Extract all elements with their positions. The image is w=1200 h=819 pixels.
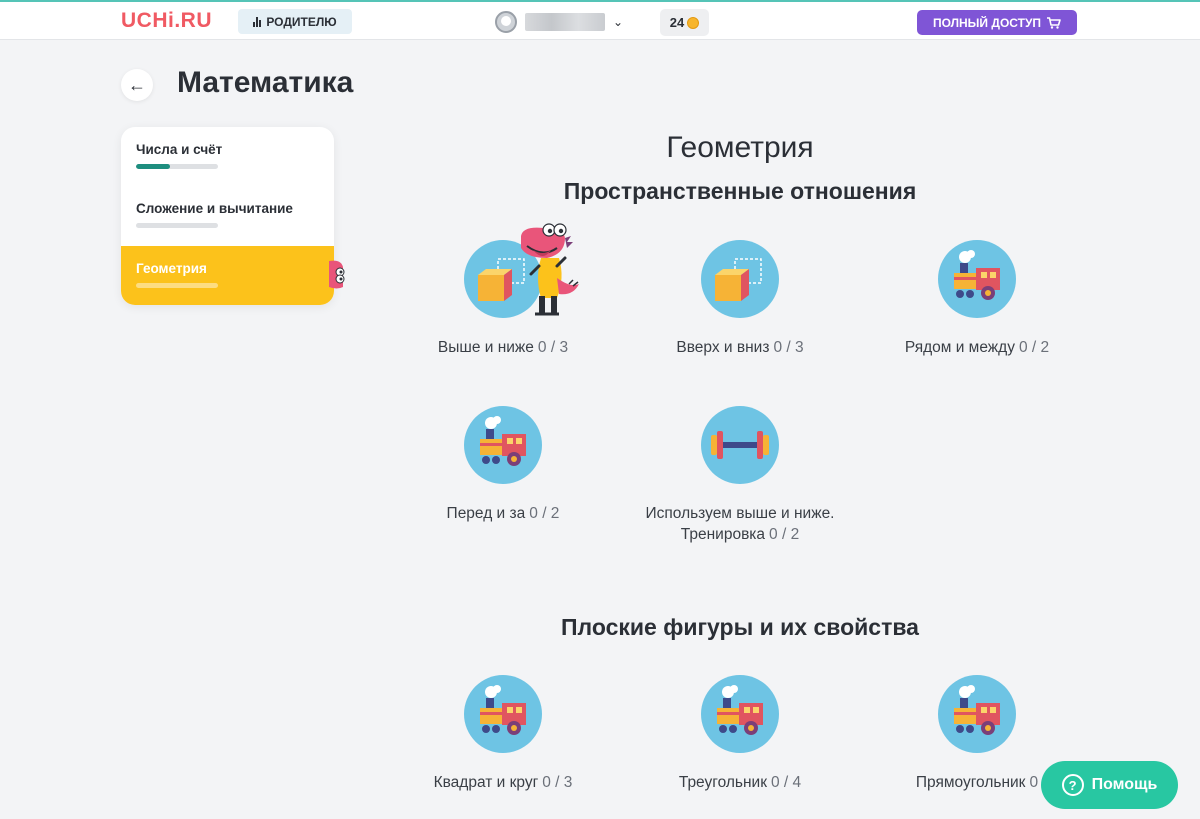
lesson-count: 0 / 3	[542, 774, 573, 791]
help-button[interactable]: ? Помощь	[1041, 761, 1178, 809]
lesson-card[interactable]: Используем выше и ниже. Тренировка 0 / 2	[630, 406, 850, 545]
arrow-left-icon: ←	[128, 74, 146, 95]
sidebar-item-geometry[interactable]: Геометрия	[121, 246, 334, 305]
lesson-count: 0 / 4	[770, 774, 802, 791]
topic-heading: Геометрия	[666, 131, 814, 164]
coins-badge[interactable]: 24	[660, 9, 709, 36]
question-icon: ?	[1061, 774, 1084, 796]
train-icon	[464, 675, 542, 753]
train-icon	[938, 240, 1016, 318]
train-icon	[938, 675, 1016, 753]
parent-button-label: РОДИТЕЛЮ	[266, 14, 337, 29]
sidebar-item-numbers[interactable]: Числа и счёт	[121, 127, 334, 186]
coin-icon	[687, 16, 700, 29]
lesson-card[interactable]: Треугольник 0 / 4	[630, 675, 850, 793]
parent-button[interactable]: РОДИТЕЛЮ	[238, 9, 352, 34]
progress-bar	[136, 223, 218, 228]
lesson-label: Перед и за	[446, 505, 526, 522]
cart-icon	[1047, 16, 1061, 29]
sidebar-item-label: Числа и счёт	[136, 142, 223, 157]
sidebar-item-label: Сложение и вычитание	[136, 201, 293, 216]
lesson-label: Квадрат и круг	[433, 774, 539, 791]
sidebar-item-addition[interactable]: Сложение и вычитание	[121, 186, 334, 245]
lesson-card[interactable]: Квадрат и круг 0 / 3	[393, 675, 613, 793]
back-button[interactable]: ←	[121, 69, 153, 101]
lesson-card[interactable]: Рядом и между 0 / 2	[867, 240, 1087, 358]
chevron-down-icon: ⌄	[613, 15, 624, 29]
section-title: Плоские фигуры и их свойства	[561, 614, 919, 640]
lesson-count: 0 / 2	[1018, 339, 1050, 356]
uchi-logo[interactable]: UCHi.RU	[121, 9, 212, 33]
coins-count: 24	[669, 15, 685, 30]
lesson-card[interactable]: Перед и за 0 / 2	[393, 406, 613, 524]
lesson-label: Рядом и между	[904, 339, 1015, 356]
sidebar-item-label: Геометрия	[136, 261, 207, 276]
lesson-count: 0 / 2	[529, 505, 560, 522]
train-icon	[701, 675, 779, 753]
lesson-count: 0 / 3	[537, 339, 569, 356]
lesson-label: Выше и ниже	[437, 339, 534, 356]
progress-bar	[136, 164, 218, 169]
full-access-button[interactable]: ПОЛНЫЙ ДОСТУП	[917, 10, 1077, 35]
full-access-label: ПОЛНЫЙ ДОСТУП	[932, 15, 1042, 30]
page-title: Математика	[177, 66, 354, 99]
top-bar: UCHi.RU РОДИТЕЛЮ ⌄ 24 ПОЛНЫЙ ДОСТУП	[0, 0, 1200, 40]
lesson-count: 0 / 2	[769, 526, 800, 543]
lesson-count: 0 / 3	[773, 339, 804, 356]
help-label: Помощь	[1091, 776, 1158, 793]
cube-icon	[701, 240, 779, 318]
avatar	[495, 11, 517, 33]
lesson-label: Прямоугольник	[915, 774, 1026, 791]
section-title: Пространственные отношения	[563, 178, 917, 204]
dumbbell-icon	[701, 406, 779, 484]
lesson-label: Вверх и вниз	[676, 339, 770, 356]
user-name	[525, 13, 605, 31]
lesson-count: 0	[1029, 774, 1039, 791]
dino-mascot-icon	[521, 223, 579, 316]
user-menu[interactable]: ⌄	[495, 10, 623, 34]
progress-bar	[136, 283, 218, 288]
train-icon	[464, 406, 542, 484]
bar-chart-icon	[253, 16, 262, 27]
lesson-label: Используем выше и ниже. Тренировка	[645, 505, 835, 543]
lesson-label: Треугольник	[678, 774, 767, 791]
topic-sidebar: Числа и счёт Сложение и вычитание Геомет…	[121, 127, 334, 305]
mascot-peek-icon	[329, 260, 345, 289]
lesson-card[interactable]: Вверх и вниз 0 / 3	[630, 240, 850, 358]
